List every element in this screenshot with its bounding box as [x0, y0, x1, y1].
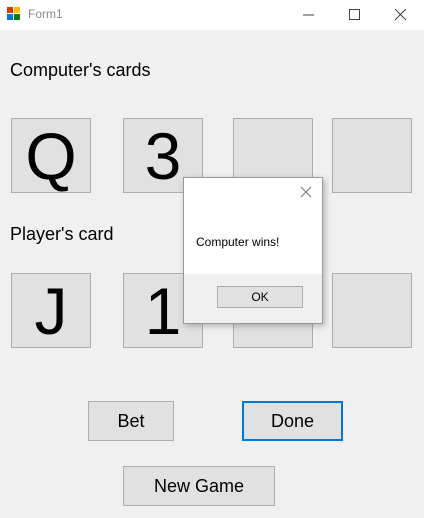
maximize-icon: [349, 9, 360, 20]
player-card-1: J: [11, 273, 91, 348]
title-bar: Form1: [0, 0, 424, 30]
dialog-close-button[interactable]: [300, 185, 314, 199]
maximize-button[interactable]: [332, 0, 378, 30]
done-button[interactable]: Done: [242, 401, 343, 441]
bet-button[interactable]: Bet: [88, 401, 174, 441]
close-icon: [395, 9, 407, 21]
computer-cards-label: Computer's cards: [10, 60, 151, 80]
window-title: Form1: [28, 7, 63, 21]
message-dialog: Computer wins! OK: [183, 177, 323, 324]
computer-card-1: Q: [11, 118, 91, 193]
player-card-4: [332, 273, 412, 348]
app-icon: [7, 7, 21, 21]
dialog-message: Computer wins!: [196, 235, 280, 249]
dialog-footer: OK: [184, 274, 322, 323]
computer-card-4: [332, 118, 412, 193]
minimize-icon: [303, 14, 314, 16]
new-game-button[interactable]: New Game: [123, 466, 275, 506]
close-button[interactable]: [378, 0, 424, 30]
minimize-button[interactable]: [286, 0, 332, 30]
close-icon: [300, 186, 312, 198]
player-cards-label: Player's card: [10, 224, 114, 244]
ok-button[interactable]: OK: [217, 286, 303, 308]
